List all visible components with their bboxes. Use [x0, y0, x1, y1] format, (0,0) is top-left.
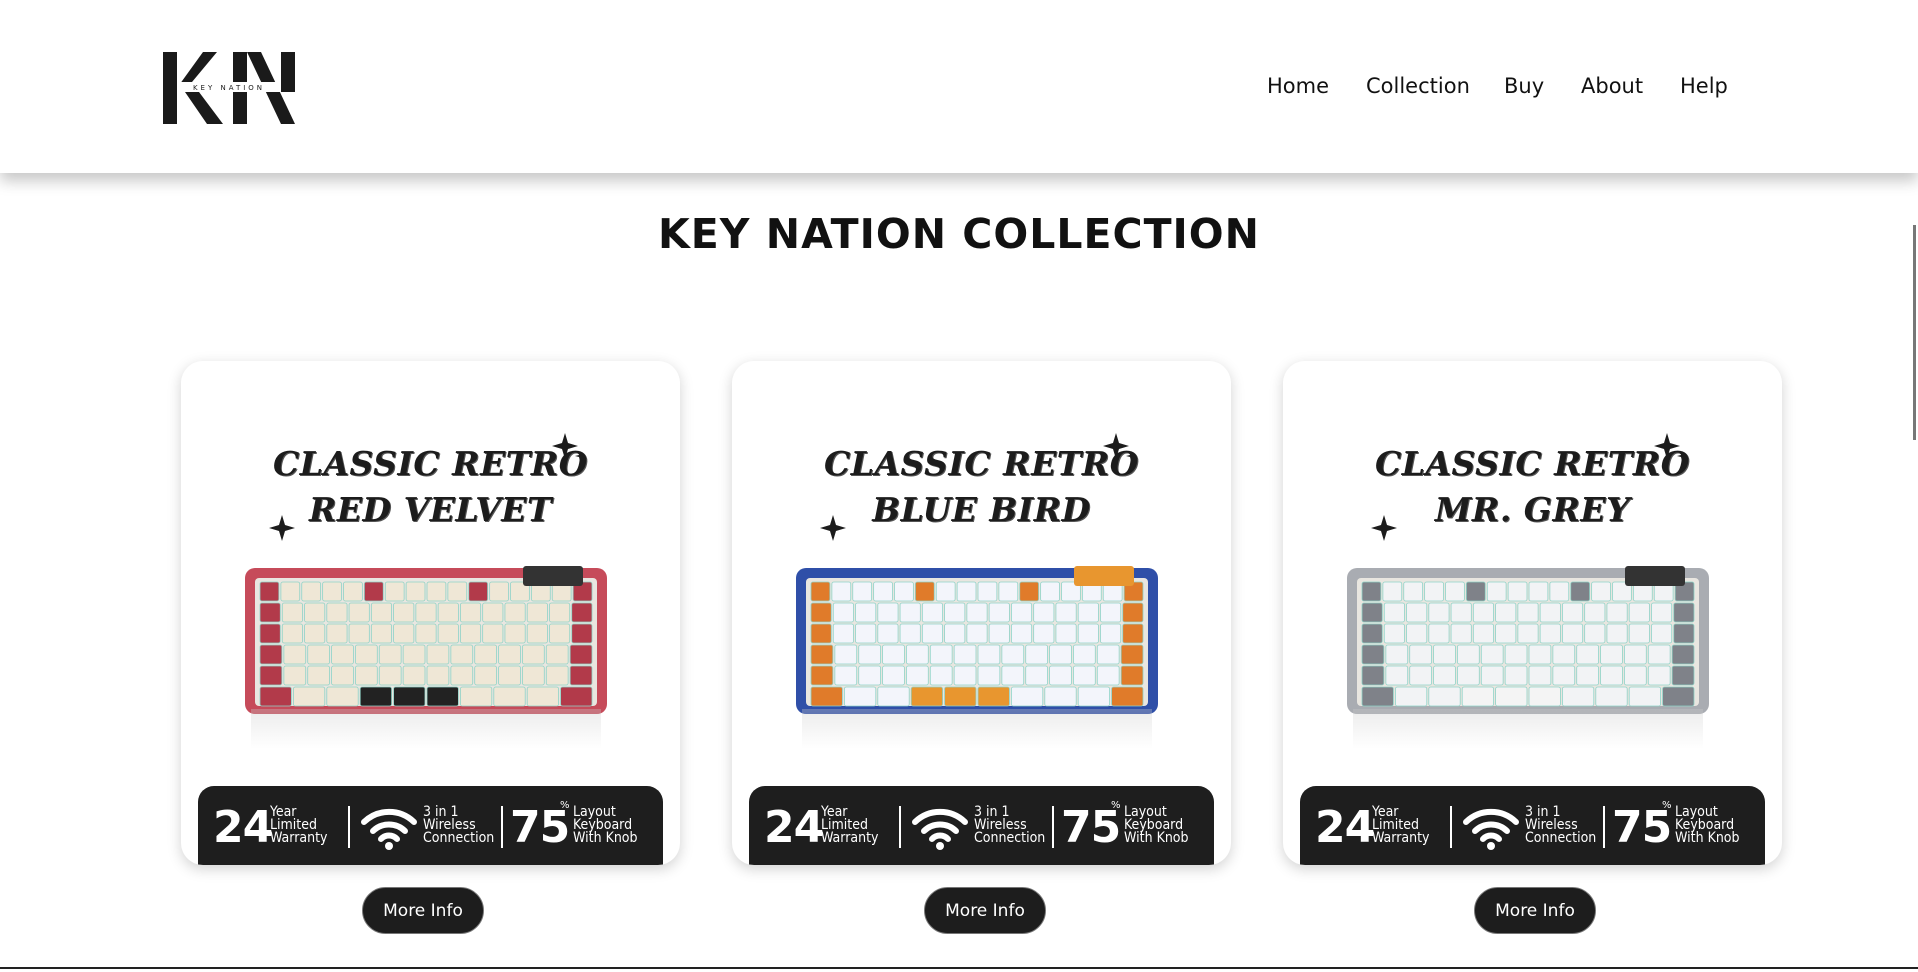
- sparkle-icon: [1371, 515, 1397, 541]
- sparkle-icon: [552, 433, 585, 461]
- wifi-icon: [361, 808, 417, 850]
- sparkle-icon: [1654, 433, 1687, 461]
- warranty-text: Year Limited Warranty: [270, 804, 328, 846]
- features-banner: 24 Year Limited Warranty 3 in 1 Wireless Conne…: [198, 786, 663, 865]
- warranty-number: 24: [213, 802, 273, 853]
- divider: [1450, 806, 1452, 848]
- features-banner: 24 Year Limited Warranty 3 in 1 Wireless Conne…: [749, 786, 1214, 865]
- nav-about[interactable]: About: [1581, 74, 1643, 98]
- wifi-icon: [912, 808, 968, 850]
- divider: [899, 806, 901, 848]
- more-info-button-mr-grey[interactable]: More Info: [1474, 887, 1596, 934]
- wifi-icon: [1463, 808, 1519, 850]
- keyboard-reflection: [802, 709, 1152, 749]
- divider: [1052, 806, 1054, 848]
- nav-home[interactable]: Home: [1267, 74, 1329, 98]
- card-title-line2: RED VELVET: [308, 490, 553, 529]
- sparkle-icon: [820, 515, 846, 541]
- product-card-red-velvet: CLASSIC RETRO RED VELVET 24 Year Limited Wa…: [181, 361, 680, 865]
- card-title-line1: CLASSIC RETRO: [272, 444, 588, 483]
- keyboard-reflection: [251, 709, 601, 749]
- features-banner: 24 Year Limited Warranty 3 in 1 Wireless Conne…: [1300, 786, 1765, 865]
- page-title: KEY NATION COLLECTION: [658, 210, 1260, 258]
- keyboard-reflection: [1353, 709, 1703, 749]
- nav-collection[interactable]: Collection: [1366, 74, 1470, 98]
- sparkle-icon: [269, 515, 295, 541]
- divider: [348, 806, 350, 848]
- card-title-line2: BLUE BIRD: [872, 490, 1091, 529]
- keyboard-image: [1347, 566, 1709, 714]
- wireless-text: 3 in 1 Wireless Connection: [1525, 804, 1597, 846]
- divider: [1603, 806, 1605, 848]
- wireless-text: 3 in 1 Wireless Connection: [423, 804, 495, 846]
- nav-buy[interactable]: Buy: [1504, 74, 1544, 98]
- warranty-number: 24: [1315, 802, 1375, 853]
- card-title-line1: CLASSIC RETRO: [1374, 444, 1690, 483]
- section-divider: [0, 967, 1918, 969]
- layout-text: Layout Keyboard With Knob: [1675, 804, 1740, 846]
- percent-sign: %: [1662, 800, 1672, 811]
- warranty-text: Year Limited Warranty: [821, 804, 879, 846]
- warranty-number: 24: [764, 802, 824, 853]
- site-header: KEY NATION Home Collection Buy About Hel…: [0, 0, 1918, 173]
- nav-help[interactable]: Help: [1680, 74, 1728, 98]
- keyboard-image: [245, 566, 607, 714]
- divider: [501, 806, 503, 848]
- more-info-button-red-velvet[interactable]: More Info: [362, 887, 484, 934]
- warranty-text: Year Limited Warranty: [1372, 804, 1430, 846]
- product-card-blue-bird: CLASSIC RETRO BLUE BIRD 24 Year Limited War…: [732, 361, 1231, 865]
- card-title-line1: CLASSIC RETRO: [823, 444, 1139, 483]
- more-info-button-blue-bird[interactable]: More Info: [924, 887, 1046, 934]
- product-card-mr-grey: CLASSIC RETRO MR. GREY 24 Year Limited Warr…: [1283, 361, 1782, 865]
- layout-text: Layout Keyboard With Knob: [1124, 804, 1189, 846]
- layout-text: Layout Keyboard With Knob: [573, 804, 638, 846]
- scrollbar-thumb[interactable]: [1913, 225, 1916, 440]
- percent-sign: %: [1111, 800, 1121, 811]
- wireless-text: 3 in 1 Wireless Connection: [974, 804, 1046, 846]
- sparkle-icon: [1103, 433, 1136, 461]
- keyboard-image: [796, 566, 1158, 714]
- percent-sign: %: [560, 800, 570, 811]
- main-nav: Home Collection Buy About Help: [0, 74, 1918, 104]
- card-title-line2: MR. GREY: [1434, 490, 1631, 529]
